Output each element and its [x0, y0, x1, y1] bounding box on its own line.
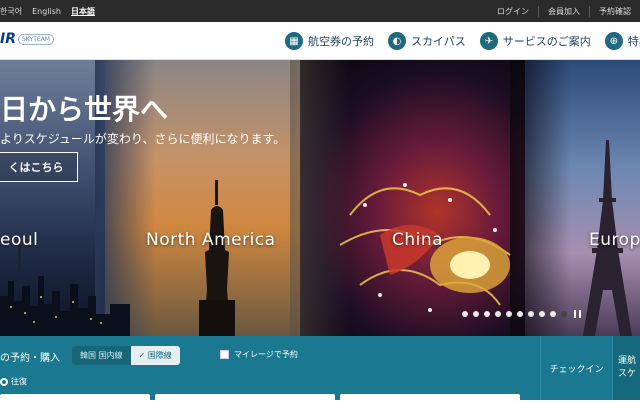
booking-panel: の予約・購入 韓国 国内線 ✓ 国際線 マイレージで予約 往復 チェックイン 運… — [0, 336, 640, 404]
hero-cta-button[interactable]: くはこちら — [0, 152, 78, 182]
mileage-option[interactable]: マイレージで予約 — [220, 349, 298, 360]
schedule-tab[interactable]: 運航 スケ — [612, 336, 640, 400]
carousel-dot-active[interactable] — [561, 311, 567, 317]
nav-item-label: 航空券の予約 — [308, 35, 374, 48]
skyteam-badge: SKYTEAM — [18, 33, 54, 45]
nav-item-booking[interactable]: ▦ 航空券の予約 — [285, 32, 374, 50]
nav-item-label: サービスのご案内 — [502, 35, 591, 48]
carousel-dot[interactable] — [539, 311, 545, 317]
nav-item-benefits[interactable]: ⊕ 特典 — [604, 32, 640, 50]
date-field[interactable] — [340, 394, 520, 404]
carousel-dot[interactable] — [517, 311, 523, 317]
nav-item-label: スカイパス — [411, 35, 466, 48]
logo[interactable]: IR SKYTEAM — [0, 31, 54, 47]
checkin-tab[interactable]: チェックイン — [540, 336, 612, 400]
trip-type-option[interactable]: 往復 — [0, 376, 27, 387]
calendar-icon: ▦ — [285, 32, 303, 50]
carousel-dot[interactable] — [506, 311, 512, 317]
hero-headline: 日から世界へ — [0, 93, 169, 126]
carousel-dot[interactable] — [462, 311, 468, 317]
domestic-option[interactable]: 韓国 国内線 — [72, 346, 131, 365]
departure-field[interactable] — [0, 394, 150, 404]
nav-item-skypass[interactable]: ◐ スカイパス — [388, 32, 466, 50]
main-nav: IR SKYTEAM ▦ 航空券の予約 ◐ スカイパス ✈ サービスのご案内 ⊕… — [0, 22, 640, 60]
lang-english[interactable]: English — [32, 7, 61, 16]
statue-of-liberty-image — [199, 180, 235, 336]
destination-label-china: China — [392, 230, 444, 250]
carousel-dot[interactable] — [473, 311, 479, 317]
destination-label-europe: Europ — [589, 230, 640, 250]
carousel-pause-icon[interactable] — [574, 310, 581, 318]
nav-menu: ▦ 航空券の予約 ◐ スカイパス ✈ サービスのご案内 ⊕ 特典 — [285, 22, 640, 60]
mileage-label: マイレージで予約 — [234, 350, 298, 359]
login-link[interactable]: ログイン — [488, 6, 538, 17]
carousel-dot[interactable] — [550, 311, 556, 317]
logo-text: IR — [0, 31, 16, 47]
route-type-toggle: 韓国 国内線 ✓ 国際線 — [72, 346, 180, 365]
hero-subline: よりスケジュールが変わり、さらに便利になります。 — [0, 132, 286, 146]
round-trip-radio[interactable] — [0, 377, 8, 386]
plane-icon: ✈ — [479, 32, 498, 50]
nav-item-label: 特典 — [627, 35, 640, 48]
mileage-checkbox[interactable] — [220, 350, 229, 359]
lang-japanese[interactable]: 日本語 — [71, 6, 95, 17]
skypass-icon: ◐ — [388, 32, 406, 50]
carousel-dot[interactable] — [484, 311, 490, 317]
carousel-pagination — [462, 310, 581, 318]
carousel-dot[interactable] — [528, 311, 534, 317]
account-links: ログイン 会員加入 予約確認 — [488, 0, 640, 22]
globe-icon: ⊕ — [604, 32, 623, 50]
round-trip-label: 往復 — [11, 377, 27, 386]
lang-korean[interactable]: 한국어 — [0, 6, 22, 17]
international-option[interactable]: ✓ 国際線 — [130, 346, 180, 365]
destination-label-north-america: North America — [146, 230, 276, 250]
arrival-field[interactable] — [155, 394, 335, 404]
hero-carousel[interactable]: 日から世界へ よりスケジュールが変わり、さらに便利になります。 くはこちら eo… — [0, 60, 640, 336]
signup-link[interactable]: 会員加入 — [538, 5, 589, 17]
reservation-check-link[interactable]: 予約確認 — [589, 5, 640, 17]
nav-item-services[interactable]: ✈ サービスのご案内 — [479, 32, 591, 50]
booking-title: の予約・購入 — [0, 353, 60, 364]
language-switcher: 한국어 English 日本語 — [0, 0, 95, 22]
carousel-dot[interactable] — [495, 311, 501, 317]
top-utility-bar: 한국어 English 日本語 ログイン 会員加入 予約確認 — [0, 0, 640, 22]
destination-label-seoul: eoul — [0, 230, 39, 250]
